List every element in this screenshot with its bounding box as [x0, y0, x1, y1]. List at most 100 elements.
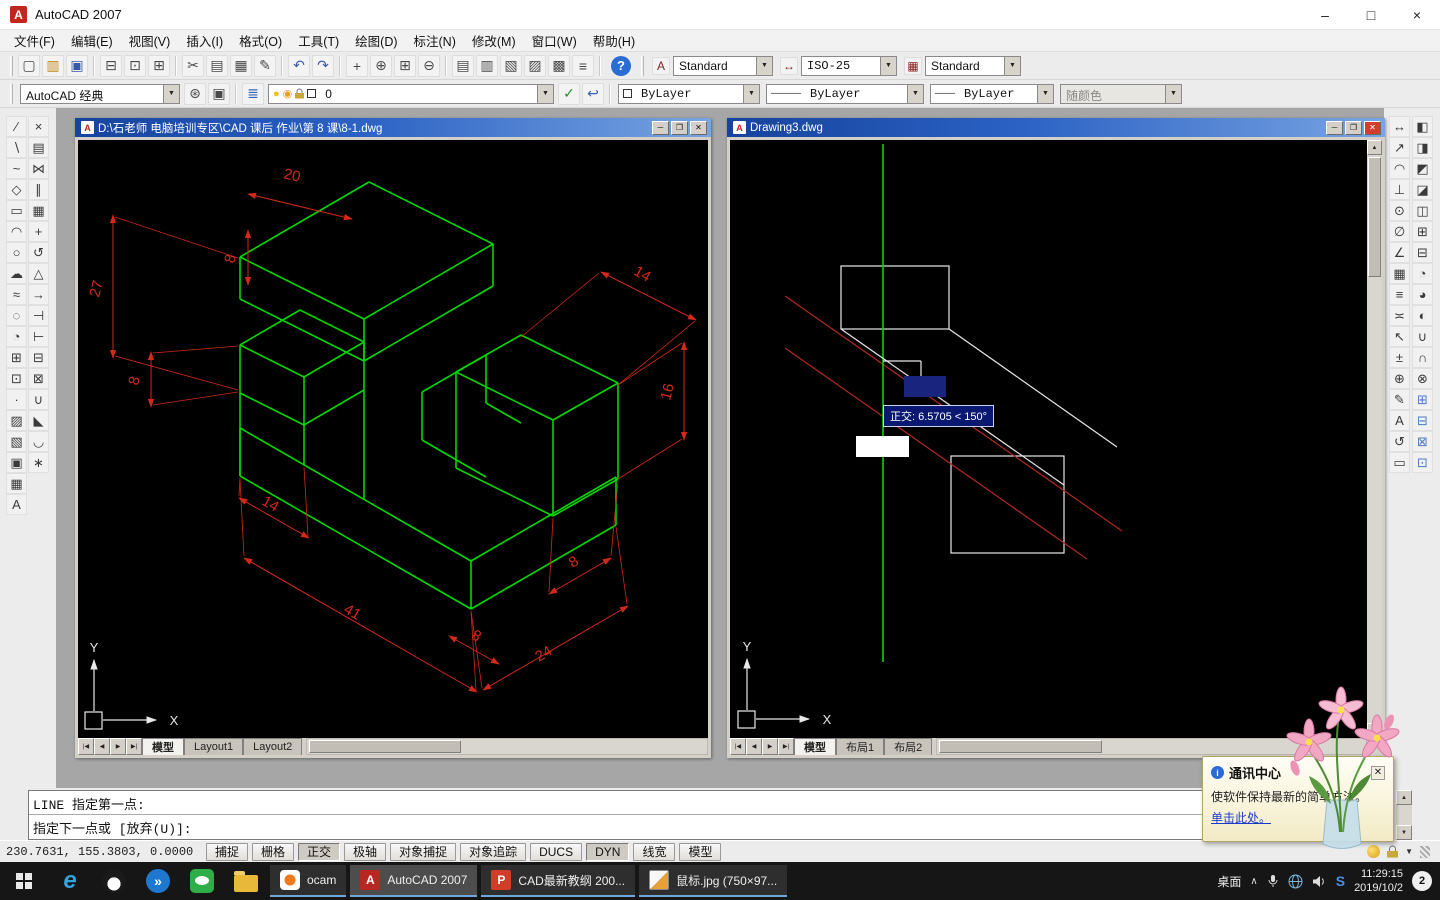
doc-restore-button[interactable]: ❐: [1345, 120, 1362, 135]
match-properties-icon[interactable]: ✎: [254, 54, 276, 77]
make-block-icon[interactable]: ⊡: [6, 368, 27, 389]
aligned-dimension-icon[interactable]: ↗: [1389, 137, 1410, 158]
quick-dimension-icon[interactable]: ▦: [1389, 263, 1410, 284]
chevron-down-icon[interactable]: ▼: [1165, 84, 1181, 103]
menu-item-帮助(H)[interactable]: 帮助(H): [585, 29, 643, 52]
chevron-down-icon[interactable]: ▼: [756, 56, 772, 75]
minimize-button[interactable]: –: [1302, 0, 1348, 30]
linetype-combo[interactable]: ——— ByLayer ▼: [766, 83, 924, 104]
linear-dimension-icon[interactable]: ↔: [1389, 116, 1410, 137]
copy-object-icon[interactable]: ▤: [28, 137, 49, 158]
hatch-icon[interactable]: ▨: [6, 410, 27, 431]
prev-tab-icon[interactable]: ◀: [94, 738, 110, 755]
table-icon[interactable]: ▦: [6, 473, 27, 494]
locate-point-icon[interactable]: ◫: [1412, 200, 1433, 221]
doc2-tab-布局2[interactable]: 布局2: [884, 738, 933, 755]
arc-icon[interactable]: ◠: [6, 221, 27, 242]
doc1-tab-Layout1[interactable]: Layout1: [184, 738, 244, 755]
move-icon[interactable]: +: [28, 221, 49, 242]
next-tab-icon[interactable]: ▶: [762, 738, 778, 755]
text-style-icon[interactable]: A: [652, 56, 670, 75]
line-icon[interactable]: ∕: [6, 116, 27, 137]
angular-dimension-icon[interactable]: ∠: [1389, 242, 1410, 263]
ellipse-icon[interactable]: ◌: [6, 305, 27, 326]
workspace-combo[interactable]: AutoCAD 经典 ▼: [20, 83, 180, 104]
status-toggle-线宽[interactable]: 线宽: [633, 842, 676, 861]
mtext-icon[interactable]: A: [6, 494, 27, 515]
diameter-dimension-icon[interactable]: ∅: [1389, 221, 1410, 242]
publish-icon[interactable]: ⊞: [148, 54, 170, 77]
break-icon[interactable]: ⊠: [28, 368, 49, 389]
doc1-title-bar[interactable]: A D:\石老师 电脑培训专区\CAD 课后 作业\第 8 课\8-1.dwg …: [75, 118, 711, 137]
thunder-icon[interactable]: »: [136, 862, 180, 900]
first-tab-icon[interactable]: |◀: [730, 738, 746, 755]
desktop-toolbar-label[interactable]: 桌面: [1217, 873, 1241, 890]
status-toggle-DYN[interactable]: DYN: [586, 842, 630, 861]
sogou-input-icon[interactable]: S: [1336, 873, 1345, 889]
subtract-icon[interactable]: ∩: [1412, 347, 1433, 368]
menu-item-文件(F)[interactable]: 文件(F): [6, 29, 63, 52]
help-icon[interactable]: ?: [611, 55, 631, 76]
plot-style-combo[interactable]: 随颜色 ▼: [1060, 83, 1182, 104]
doc1-horizontal-scrollbar[interactable]: [306, 738, 708, 755]
chevron-down-icon[interactable]: ▼: [163, 84, 179, 103]
next-tab-icon[interactable]: ▶: [110, 738, 126, 755]
tool-palettes-icon[interactable]: ▧: [500, 54, 522, 77]
table-style-icon[interactable]: ▦: [904, 56, 922, 75]
polygon-icon[interactable]: ◇: [6, 179, 27, 200]
chevron-down-icon[interactable]: ▼: [1004, 56, 1020, 75]
chevron-down-icon[interactable]: ▼: [1037, 84, 1053, 103]
doc-minimize-button[interactable]: ─: [1326, 120, 1343, 135]
extend-icon[interactable]: ⊢: [28, 326, 49, 347]
lineweight-combo[interactable]: —— ByLayer ▼: [930, 83, 1054, 104]
status-toggle-正交[interactable]: 正交: [298, 842, 341, 861]
toolbar-grip[interactable]: [10, 55, 13, 76]
status-toggle-捕捉[interactable]: 捕捉: [206, 842, 249, 861]
open-icon[interactable]: ▥: [42, 54, 64, 77]
draworder-back-icon[interactable]: ⊟: [1412, 410, 1433, 431]
radius-dimension-icon[interactable]: ⊙: [1389, 200, 1410, 221]
doc2-title-bar[interactable]: A Drawing3.dwg ─ ❐ ✕: [727, 118, 1385, 137]
cut-icon[interactable]: ✂: [182, 54, 204, 77]
stretch-icon[interactable]: →: [28, 284, 49, 305]
color-combo[interactable]: ByLayer ▼: [618, 83, 760, 104]
menu-item-格式(O)[interactable]: 格式(O): [231, 29, 290, 52]
command-input-line[interactable]: 指定下一点或 [放弃(U)]:: [29, 815, 1393, 839]
layer-color-swatch[interactable]: [307, 89, 317, 98]
render-icon[interactable]: ◕: [1412, 284, 1433, 305]
doc-restore-button[interactable]: ❐: [671, 120, 688, 135]
close-button[interactable]: ×: [1394, 0, 1440, 30]
menu-item-视图(V)[interactable]: 视图(V): [121, 29, 179, 52]
last-tab-icon[interactable]: ▶|: [126, 738, 142, 755]
area-tool-icon[interactable]: ◨: [1412, 137, 1433, 158]
chamfer-icon[interactable]: ◣: [28, 410, 49, 431]
status-toggle-极轴[interactable]: 极轴: [344, 842, 387, 861]
quick-leader-icon[interactable]: ↖: [1389, 326, 1410, 347]
construction-line-icon[interactable]: ∖: [6, 137, 27, 158]
taskbar-app-acad[interactable]: A AutoCAD 2007: [350, 865, 478, 897]
doc2-drawing-area[interactable]: YX 正交: 6.5705 < 150°: [730, 140, 1367, 738]
rectangle-icon[interactable]: ▭: [6, 200, 27, 221]
insert-block-icon[interactable]: ⊞: [6, 347, 27, 368]
trim-icon[interactable]: ⊣: [28, 305, 49, 326]
tolerance-icon[interactable]: ±: [1389, 347, 1410, 368]
toolbar-grip[interactable]: [641, 55, 644, 76]
doc2-tab-模型[interactable]: 模型: [794, 738, 836, 755]
save-icon[interactable]: ▣: [66, 54, 88, 77]
spline-icon[interactable]: ≈: [6, 284, 27, 305]
command-text-area[interactable]: LINE 指定第一点: 指定下一点或 [放弃(U)]:: [28, 790, 1394, 840]
paste-icon[interactable]: ▦: [230, 54, 252, 77]
scrollbar-thumb[interactable]: [309, 740, 462, 753]
region-mass-icon[interactable]: ◩: [1412, 158, 1433, 179]
ordinate-dimension-icon[interactable]: ⊥: [1389, 179, 1410, 200]
tencent-icon[interactable]: [92, 862, 136, 900]
make-object-layer-current-icon[interactable]: ✓: [558, 82, 580, 105]
layer-previous-icon[interactable]: ↩: [582, 82, 604, 105]
doc2-vertical-scrollbar[interactable]: ▲ ▼: [1367, 140, 1382, 738]
wechat-icon[interactable]: [180, 862, 224, 900]
status-toggle-栅格[interactable]: 栅格: [252, 842, 295, 861]
taskbar-app-pdf[interactable]: P CAD最新教纲 200...: [481, 865, 636, 897]
circle-icon[interactable]: ○: [6, 242, 27, 263]
scroll-up-icon[interactable]: ▲: [1367, 140, 1382, 155]
status-menu-arrow-icon[interactable]: ▼: [1405, 847, 1413, 856]
